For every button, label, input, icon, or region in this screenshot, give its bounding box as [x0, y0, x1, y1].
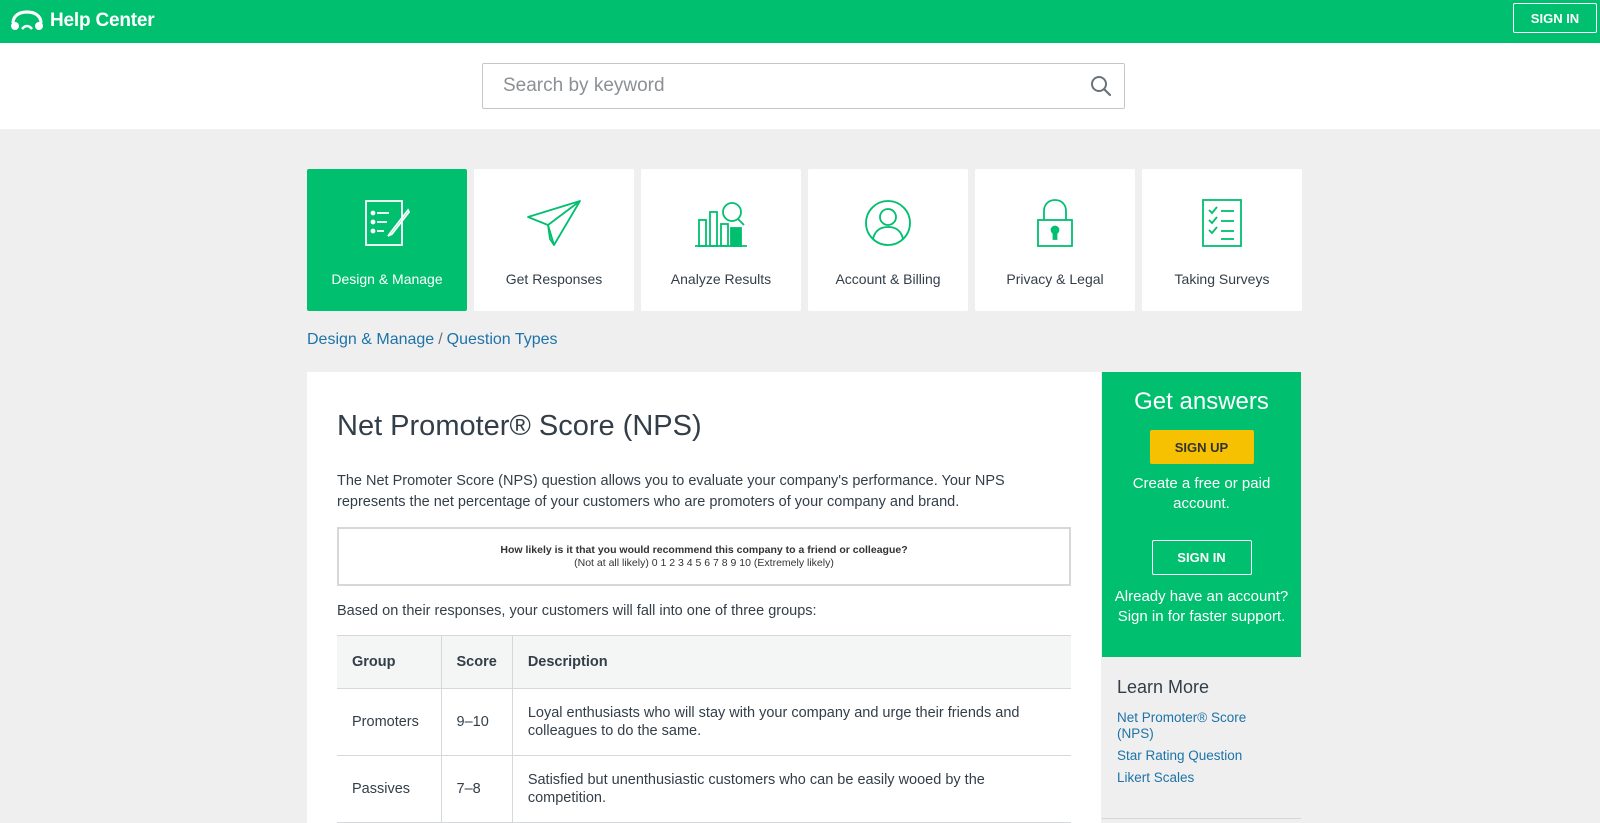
article-title: Net Promoter® Score (NPS) — [337, 410, 1071, 443]
learn-more-link[interactable]: Star Rating Question — [1117, 748, 1286, 764]
category-label: Design & Manage — [331, 271, 442, 287]
category-privacy-legal[interactable]: Privacy & Legal — [975, 169, 1135, 311]
nps-groups-table: Group Score Description Promoters 9–10 L… — [337, 635, 1071, 823]
category-label: Taking Surveys — [1175, 271, 1270, 287]
brand-logo[interactable]: Help Center — [10, 6, 154, 36]
breadcrumb-design-manage[interactable]: Design & Manage — [307, 331, 434, 348]
groups-intro: Based on their responses, your customers… — [337, 603, 1071, 619]
category-label: Account & Billing — [835, 271, 940, 287]
header-description: Description — [512, 636, 1071, 689]
cell-group: Passives — [337, 756, 441, 823]
divider — [1102, 818, 1301, 819]
category-tiles: Design & Manage Get Responses Analyze Re… — [307, 169, 1302, 311]
category-analyze-results[interactable]: Analyze Results — [641, 169, 801, 311]
sidebar: Get answers SIGN UP Create a free or pai… — [1102, 372, 1301, 823]
learn-more-panel: Learn More Net Promoter® Score (NPS) Sta… — [1102, 657, 1301, 786]
search-band — [0, 43, 1600, 129]
signup-button[interactable]: SIGN UP — [1150, 430, 1254, 464]
search-input[interactable] — [503, 75, 1063, 97]
search-box — [482, 63, 1125, 109]
category-account-billing[interactable]: Account & Billing — [808, 169, 968, 311]
survey-edit-icon — [362, 198, 412, 248]
table-row: Passives 7–8 Satisfied but unenthusiasti… — [337, 756, 1071, 823]
category-label: Get Responses — [506, 271, 603, 287]
learn-more-list: Net Promoter® Score (NPS) Star Rating Qu… — [1117, 710, 1286, 786]
signin-text: Already have an account? Sign in for fas… — [1102, 587, 1301, 627]
category-design-manage[interactable]: Design & Manage — [307, 169, 467, 311]
category-taking-surveys[interactable]: Taking Surveys — [1142, 169, 1302, 311]
table-header-row: Group Score Description — [337, 636, 1071, 689]
sample-scale-text: (Not at all likely) 0 1 2 3 4 5 6 7 8 9 … — [574, 557, 834, 569]
nps-sample-question: How likely is it that you would recommen… — [337, 527, 1071, 586]
breadcrumb-separator: / — [438, 331, 442, 348]
learn-more-link[interactable]: Likert Scales — [1117, 770, 1286, 786]
breadcrumb-question-types[interactable]: Question Types — [447, 331, 558, 348]
search-icon[interactable] — [1090, 75, 1112, 97]
article-content: Net Promoter® Score (NPS) The Net Promot… — [307, 372, 1101, 823]
sidebar-signin-button[interactable]: SIGN IN — [1152, 540, 1252, 575]
article-intro: The Net Promoter Score (NPS) question al… — [337, 471, 1071, 513]
header-score: Score — [441, 636, 512, 689]
cell-description: Loyal enthusiasts who will stay with you… — [512, 689, 1071, 756]
user-circle-icon — [863, 198, 913, 248]
category-label: Analyze Results — [671, 271, 771, 287]
signup-text: Create a free or paid account. — [1102, 474, 1301, 514]
cell-score: 7–8 — [441, 756, 512, 823]
paper-plane-icon — [526, 199, 582, 247]
learn-more-link[interactable]: Net Promoter® Score (NPS) — [1117, 710, 1286, 742]
get-answers-title: Get answers — [1102, 388, 1301, 416]
learn-more-title: Learn More — [1117, 677, 1286, 698]
top-bar: Help Center SIGN IN — [0, 0, 1600, 43]
cell-group: Promoters — [337, 689, 441, 756]
category-label: Privacy & Legal — [1006, 271, 1103, 287]
header-signin-button[interactable]: SIGN IN — [1513, 3, 1597, 33]
category-get-responses[interactable]: Get Responses — [474, 169, 634, 311]
get-answers-panel: Get answers SIGN UP Create a free or pai… — [1102, 372, 1301, 657]
brand-name: Help Center — [50, 10, 154, 32]
sample-question-text: How likely is it that you would recommen… — [339, 544, 1069, 557]
cell-score: 9–10 — [441, 689, 512, 756]
lock-icon — [1035, 198, 1075, 248]
breadcrumb: Design & Manage/ Question Types — [307, 331, 558, 349]
header-group: Group — [337, 636, 441, 689]
checklist-icon — [1201, 198, 1243, 248]
table-row: Promoters 9–10 Loyal enthusiasts who wil… — [337, 689, 1071, 756]
cell-description: Satisfied but unenthusiastic customers w… — [512, 756, 1071, 823]
analyze-chart-icon — [694, 198, 748, 248]
monkey-logo-icon — [10, 9, 44, 33]
